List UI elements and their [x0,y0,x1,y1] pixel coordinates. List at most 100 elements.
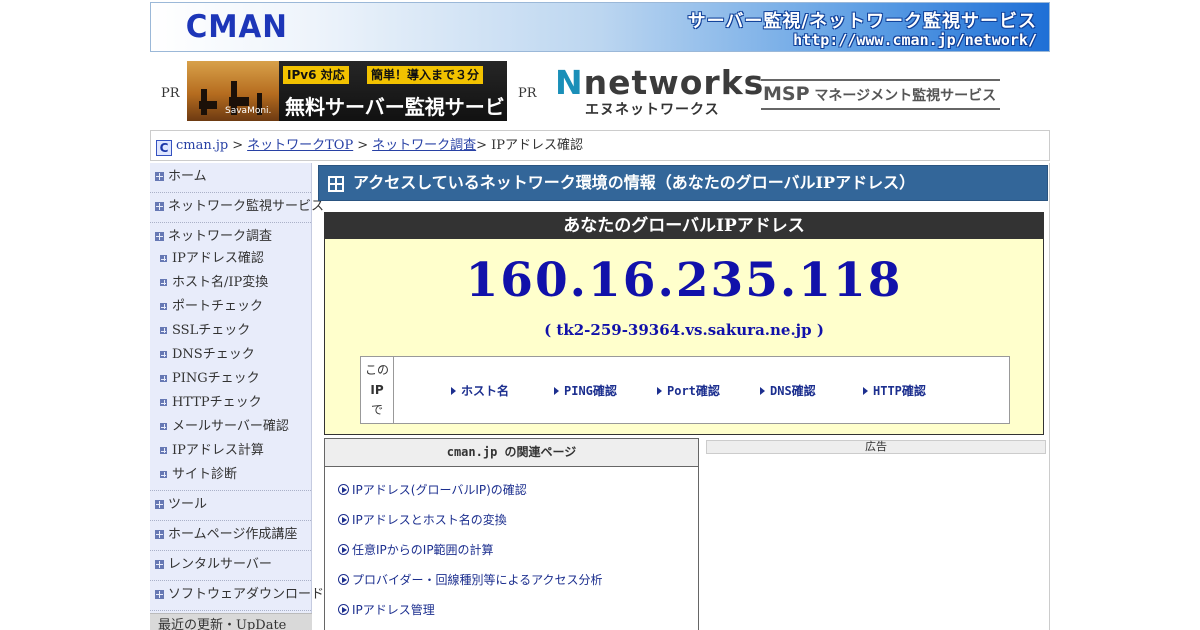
grid-square-icon [328,176,344,192]
grid-icon [155,202,164,211]
grid-icon [155,172,164,181]
related-link-label: 任意IPからのIP範囲の計算 [352,543,494,557]
nnetworks-logo-n: N [555,63,584,102]
ad-tag-easy: 簡単！導入まで３分 [367,66,484,84]
grid-icon [160,447,167,454]
breadcrumb-separator: > [357,138,369,153]
tools-label-line: この [364,363,389,377]
nnetworks-logo[interactable]: Nnetworks [555,66,764,100]
sidebar-item-label: ホーム [168,169,207,184]
sidebar-sub-ip-check[interactable]: IPアドレス確認 [150,247,311,271]
tool-port-link[interactable]: Port確認 [657,382,720,399]
cman-logo[interactable]: CMAN [186,9,288,45]
grid-icon [160,423,167,430]
breadcrumb-home-link[interactable]: cman.jp [176,138,228,153]
sidebar-sub-site-diagnosis[interactable]: サイト診断 [150,463,311,491]
nnetworks-logo-text: networks [583,63,765,102]
sidebar-sub-label: DNSチェック [172,347,255,362]
header-url: http://www.cman.jp/network/ [793,31,1037,49]
related-link-ip-host[interactable]: IPアドレスとホスト名の変換 [338,511,507,528]
circle-arrow-icon [338,604,349,615]
sidebar-sub-label: IPアドレス確認 [172,251,264,266]
msp-ad-banner[interactable]: MSP マネージメント監視サービス [761,79,1000,110]
grid-icon [155,530,164,539]
sidebar-sub-label: メールサーバー確認 [172,419,289,434]
grid-icon [160,327,167,334]
savamoni-ad-banner[interactable]: SavaMoni. IPv6 対応 簡単！導入まで３分 無料サーバー監視サービス [187,61,507,121]
sidebar-item-label: ネットワーク調査 [168,229,273,244]
page-title-text: アクセスしているネットワーク環境の情報（あなたのグローバルIPアドレス） [353,173,916,192]
sidebar-item-tools[interactable]: ツール [150,491,311,521]
sidebar-sub-http-check[interactable]: HTTPチェック [150,391,311,415]
tools-label-line: IP [370,383,384,397]
sidebar-item-label: レンタルサーバー [168,557,272,572]
sidebar-sub-label: SSLチェック [172,323,251,338]
nnetworks-subtitle: エヌネットワークス [585,102,720,118]
related-link-label: IPアドレス(グローバルIP)の確認 [352,483,527,497]
giraffe-silhouette-icon [199,101,217,109]
grid-icon [160,399,167,406]
related-link-label: プロバイダー・回線種別等によるアクセス分析 [352,573,603,587]
sidebar-sub-ping-check[interactable]: PINGチェック [150,367,311,391]
ip-address-box: あなたのグローバルIPアドレス 160.16.235.118 ( tk2-259… [324,212,1044,435]
circle-arrow-icon [338,544,349,555]
sidebar-item-rental-server[interactable]: レンタルサーバー [150,551,311,581]
related-link-ip-check[interactable]: IPアドレス(グローバルIP)の確認 [338,481,527,498]
msp-big-text: MSP [763,83,810,105]
grid-icon [160,471,167,478]
cman-c-icon: C [156,140,172,156]
header-title: サーバー監視/ネットワーク監視サービス [687,11,1037,32]
grid-icon [155,232,164,241]
grid-icon [155,590,164,599]
related-link-ip-management[interactable]: IPアドレス管理 [338,601,435,618]
ip-hostname: ( tk2-259-39364.vs.sakura.ne.jp ) [544,321,824,339]
sidebar-item-homepage-course[interactable]: ホームページ作成講座 [150,521,311,551]
site-header-banner[interactable]: CMAN サーバー監視/ネットワーク監視サービス http://www.cman… [150,2,1050,52]
sidebar-sub-dns-check[interactable]: DNSチェック [150,343,311,367]
ad-tag-ipv6: IPv6 対応 [283,66,349,84]
tool-ping-link[interactable]: PING確認 [554,382,617,399]
sidebar-item-label: ソフトウェアダウンロード [168,587,325,602]
related-link-label: IPアドレスとホスト名の変換 [352,513,507,527]
tool-http-link[interactable]: HTTP確認 [863,382,926,399]
tool-dns-link[interactable]: DNS確認 [760,382,816,399]
sidebar-item-network-monitoring[interactable]: ネットワーク監視サービス [150,193,324,223]
circle-arrow-icon [338,514,349,525]
sidebar-sub-host-ip[interactable]: ホスト名/IP変換 [150,271,311,295]
grid-icon [155,560,164,569]
breadcrumb-network-top-link[interactable]: ネットワークTOP [247,138,353,153]
ad-label: 広告 [706,440,1046,454]
pr-label: PR [161,86,180,101]
breadcrumb-network-research-link[interactable]: ネットワーク調査 [372,138,476,153]
grid-icon [160,303,167,310]
breadcrumb: Ccman.jp > ネットワークTOP > ネットワーク調査> IPアドレス確認 [150,130,1050,161]
sidebar-item-label: ネットワーク監視サービス [168,199,325,214]
sidebar-item-home[interactable]: ホーム [150,163,311,193]
grid-icon [160,255,167,262]
breadcrumb-current: > IPアドレス確認 [476,138,584,153]
ip-tools-row: この IP で ホスト名 PING確認 Port確認 DNS確認 HTTP確認 [360,356,1010,424]
tool-hostname-link[interactable]: ホスト名 [451,382,509,399]
msp-text: マネージメント監視サービス [814,88,997,104]
related-link-ip-range[interactable]: 任意IPからのIP範囲の計算 [338,541,494,558]
related-link-access-analysis[interactable]: プロバイダー・回線種別等によるアクセス分析 [338,571,603,588]
sidebar-sub-ssl-check[interactable]: SSLチェック [150,319,311,343]
ip-box-heading: あなたのグローバルIPアドレス [325,213,1043,239]
sidebar-sub-label: サイト診断 [172,467,238,482]
tools-label-line: で [370,403,383,417]
ip-address-value: 160.16.235.118 [465,253,903,308]
sidebar-sub-ip-calc[interactable]: IPアドレス計算 [150,439,311,463]
related-pages-heading: cman.jp の関連ページ [325,439,698,467]
sidebar: ホーム ネットワーク監視サービス ネットワーク調査 IPアドレス確認 ホスト名/… [150,163,324,630]
sidebar-sub-mail-server[interactable]: メールサーバー確認 [150,415,311,439]
sidebar-sub-label: ホスト名/IP変換 [172,275,269,290]
sidebar-item-software-download[interactable]: ソフトウェアダウンロード [150,581,324,611]
sidebar-sub-label: PINGチェック [172,371,260,386]
related-link-label: IPアドレス管理 [352,603,435,617]
sidebar-sub-port-check[interactable]: ポートチェック [150,295,311,319]
grid-icon [160,279,167,286]
circle-arrow-icon [338,574,349,585]
breadcrumb-separator: > [232,138,244,153]
savamoni-brand: SavaMoni. [225,106,272,116]
related-pages-panel: cman.jp の関連ページ IPアドレス(グローバルIP)の確認 IPアドレス… [324,438,699,630]
